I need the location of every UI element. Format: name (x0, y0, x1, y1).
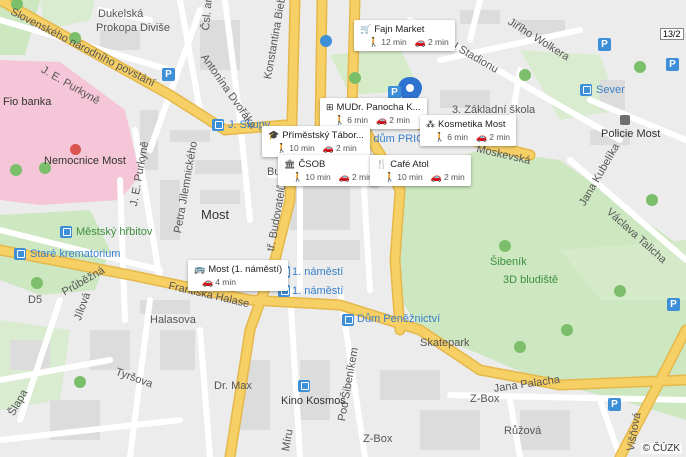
walk-time: 12 min (381, 37, 407, 47)
walk-icon: 🚶 (368, 36, 380, 47)
bank-icon: 🏛 (284, 159, 296, 169)
police-label: Policie Most (601, 128, 661, 140)
cart-icon: 🛒 (360, 24, 372, 34)
walk-icon: 🚶 (384, 171, 396, 182)
poi-name: ČSOB (298, 159, 326, 170)
cemetery-label: Městský hřbitov (76, 226, 153, 238)
label: D5 (28, 294, 43, 306)
bus-stop-icon[interactable] (60, 226, 72, 238)
car-time: 2 min (389, 115, 411, 125)
walk-icon: 🚶 (292, 171, 304, 182)
poi-name: Most (1. náměstí) (208, 264, 283, 275)
cinema-icon (298, 380, 310, 392)
car-icon: 🚗 (338, 171, 350, 182)
walk-icon: 🚶 (334, 114, 346, 125)
walk-time: 6 min (447, 132, 469, 142)
attraction-label: 3D bludiště (503, 274, 559, 286)
bus-stop-label: Dům Peněžnictví (357, 313, 441, 325)
car-time: 2 min (443, 172, 465, 182)
walk-time: 6 min (347, 115, 369, 125)
car-icon: 🚗 (202, 276, 214, 287)
bus-stop-label: Sever (596, 84, 625, 96)
poi-card-mudr-panocha[interactable]: ⊞ MUDr. Panocha K... 🚶 6 min 🚗 2 min (320, 98, 427, 129)
bus-stop-label: 1. náměstí (292, 266, 344, 278)
parking-icon: P (162, 68, 175, 81)
car-time: 2 min (335, 143, 357, 153)
car-time: 4 min (215, 277, 237, 287)
car-icon: 🚗 (476, 131, 488, 142)
bus-stop-label: Staré krematorium (30, 248, 121, 260)
parking-icon: P (608, 398, 621, 411)
poi-name: Kosmetika Most (438, 119, 506, 130)
car-icon: 🚗 (430, 171, 442, 182)
park-label: Šibeník (490, 256, 527, 268)
poi-name: Café Atol (390, 159, 429, 170)
street-label: Prokopa Diviše (96, 22, 170, 34)
city-label: Most (201, 207, 230, 222)
car-time: 2 min (489, 132, 511, 142)
street-label: Halasova (150, 314, 196, 326)
poi-card-most-stop[interactable]: 🚌 Most (1. náměstí) 🚗 4 min (188, 260, 289, 291)
bus-stop-icon[interactable] (14, 248, 26, 260)
beauty-icon: ⁂ (426, 119, 435, 129)
hospital-icon (70, 144, 81, 155)
street-label: Růžová (504, 425, 542, 437)
label: Z-Box (363, 433, 393, 445)
bus-stop-icon[interactable] (580, 84, 592, 96)
poi-card-cafe-atol[interactable]: 🍴 Café Atol 🚶 10 min 🚗 2 min (370, 155, 471, 186)
parking-icon: P (667, 298, 680, 311)
walk-time: 10 min (305, 172, 331, 182)
parking-icon: P (666, 58, 679, 71)
bank-label: Fio banka (3, 96, 52, 108)
copyright-label: © ČÚZK (640, 443, 682, 454)
label: Z-Box (470, 393, 500, 405)
parking-icon: P (598, 38, 611, 51)
poi-card-csob[interactable]: 🏛 ČSOB 🚶 10 min 🚗 2 min (278, 155, 379, 186)
street-label: Dukelská (98, 8, 144, 20)
hospital-label: Nemocnice Most (44, 155, 126, 167)
walk-icon: 🚶 (434, 131, 446, 142)
pharmacy-label: Dr. Max (214, 380, 252, 392)
poi-name: MUDr. Panocha K... (336, 102, 421, 113)
walk-icon: 🚶 (276, 142, 288, 153)
label: Skatepark (420, 337, 470, 349)
bus-stop-icon[interactable] (342, 314, 354, 326)
car-icon: 🚗 (322, 142, 334, 153)
car-time: 2 min (427, 37, 449, 47)
road-number-badge: 13/2 (660, 28, 684, 40)
bus-stop-icon[interactable] (212, 119, 224, 131)
car-icon: 🚗 (376, 114, 388, 125)
poi-name: Fajn Market (374, 24, 425, 35)
poi-card-fajn-market[interactable]: 🛒 Fajn Market 🚶 12 min 🚗 2 min (354, 20, 455, 51)
cinema-label: Kino Kosmos (281, 395, 346, 407)
medical-icon: ⊞ (326, 102, 334, 112)
bus-stop-label: 1. náměstí (292, 285, 344, 297)
education-icon: 🎓 (268, 130, 280, 140)
car-icon: 🚗 (414, 36, 426, 47)
walk-time: 10 min (289, 143, 315, 153)
bus-icon: 🚌 (194, 264, 206, 274)
police-icon (620, 115, 630, 125)
restaurant-icon: 🍴 (376, 159, 388, 169)
poi-card-kosmetika-most[interactable]: ⁂ Kosmetika Most 🚶 6 min 🚗 2 min (420, 115, 517, 146)
poi-card-primestsky-tabor[interactable]: 🎓 Příměstský Tábor... 🚶 10 min 🚗 2 min (262, 126, 370, 157)
walk-time: 10 min (397, 172, 423, 182)
poi-name: Příměstský Tábor... (282, 130, 364, 141)
